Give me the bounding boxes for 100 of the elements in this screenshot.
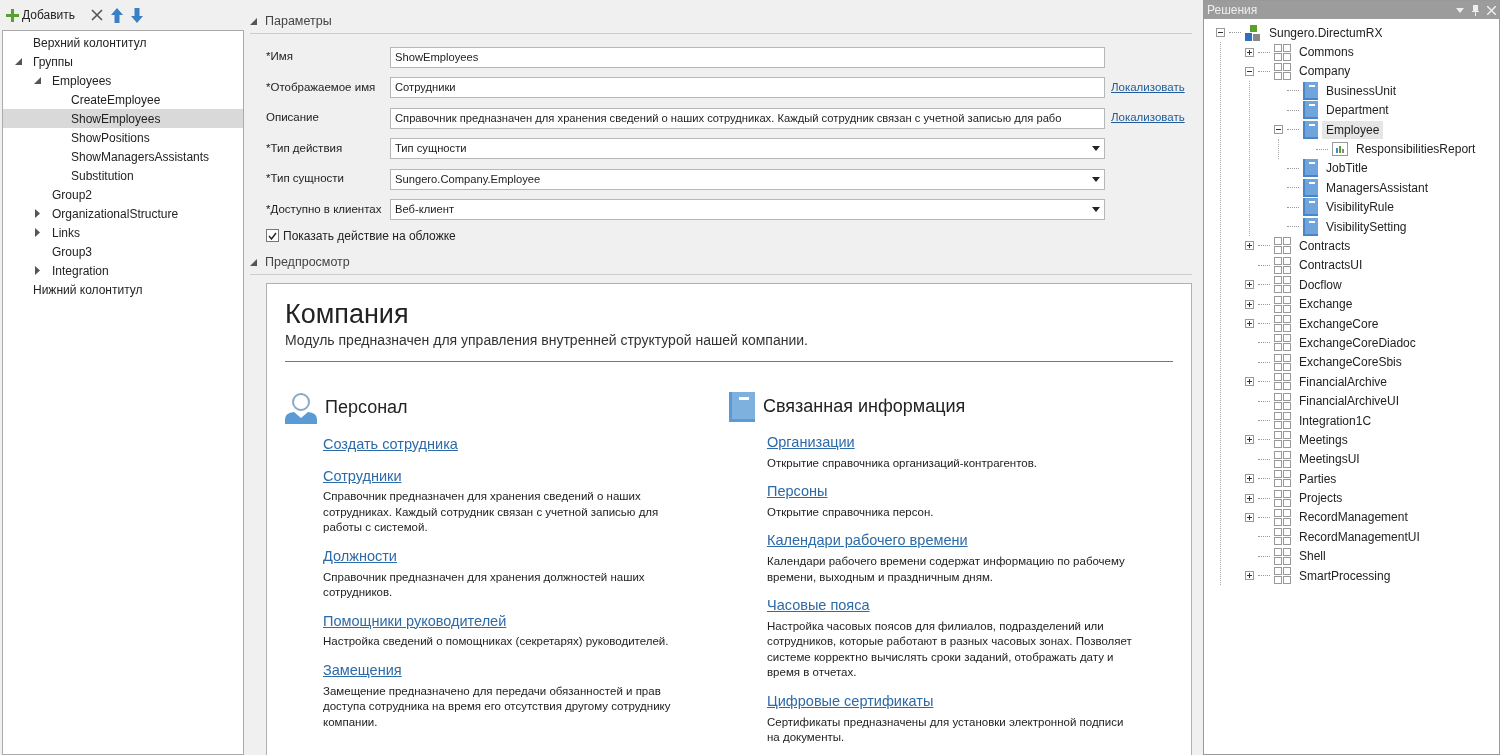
outline-item[interactable]: Employees [3, 71, 243, 90]
preview-link[interactable]: Сотрудники [323, 465, 402, 488]
tree-item[interactable]: Employee [1322, 120, 1384, 139]
tree-item[interactable]: ContractsUI [1295, 256, 1367, 275]
outline-item[interactable]: Links [3, 223, 243, 242]
dropdown-field[interactable]: Тип сущности [390, 138, 1105, 159]
outline-item[interactable]: Integration [3, 261, 243, 280]
tree-item[interactable]: Docflow [1295, 275, 1346, 294]
tree-item[interactable]: Projects [1295, 489, 1347, 508]
outline-item[interactable]: OrganizationalStructure [3, 204, 243, 223]
expanded-arrow-icon[interactable] [33, 77, 41, 84]
tree-item[interactable]: BusinessUnit [1322, 81, 1401, 100]
tree-item[interactable]: Company [1295, 62, 1355, 81]
expand-icon[interactable] [1245, 241, 1254, 251]
tree-item[interactable]: Integration1C [1295, 411, 1376, 430]
preview-link[interactable]: Организации [767, 431, 855, 454]
tree-item[interactable]: Contracts [1295, 237, 1355, 255]
expanded-arrow-icon[interactable] [250, 258, 257, 266]
outline-item[interactable]: Нижний колонтитул [3, 280, 243, 299]
input-field[interactable]: Сотрудники [390, 77, 1105, 98]
expanded-arrow-icon[interactable] [14, 58, 22, 65]
book-icon [729, 391, 755, 422]
input-field[interactable]: Справочник предназначен для хранения сведений о наших сотрудниках. Каждый сотрудник связан с учетной записью для рабо [390, 107, 1105, 129]
plus-icon [6, 8, 19, 22]
expand-icon[interactable] [1245, 280, 1254, 290]
outline-item[interactable]: Группы [3, 52, 243, 71]
localize-link[interactable]: Локализовать [1111, 109, 1185, 127]
move-down-button[interactable] [131, 7, 144, 23]
tree-item[interactable]: Department [1322, 101, 1393, 120]
grid-icon [1274, 237, 1291, 255]
preview-link[interactable]: Замещения [323, 659, 402, 682]
dropdown-field[interactable]: Веб-клиент [390, 199, 1105, 220]
tree-item[interactable]: ManagersAssistant [1322, 178, 1433, 197]
move-up-button[interactable] [111, 7, 124, 23]
tree-item[interactable]: SmartProcessing [1295, 566, 1395, 585]
outline-item[interactable]: Substitution [3, 166, 243, 185]
expanded-arrow-icon[interactable] [250, 17, 257, 25]
expand-icon[interactable] [1245, 512, 1254, 522]
tree-item[interactable]: RecordManagement [1295, 508, 1412, 527]
tree-item[interactable]: Meetings [1295, 430, 1352, 449]
expand-icon[interactable] [1245, 47, 1254, 57]
preview-link[interactable]: Создать сотрудника [323, 433, 458, 456]
delete-button[interactable] [91, 9, 104, 21]
collapse-icon[interactable] [1245, 66, 1254, 76]
preview-link[interactable]: Должности [323, 545, 397, 568]
outline-item[interactable]: Верхний колонтитул [3, 33, 243, 52]
localize-link[interactable]: Локализовать [1111, 78, 1185, 97]
expand-icon[interactable] [1245, 435, 1254, 445]
field-label: *Тип сущности [266, 171, 345, 187]
tree-item[interactable]: Commons [1295, 43, 1358, 62]
grid-icon [1274, 567, 1291, 585]
input-field[interactable]: ShowEmployees [390, 46, 1105, 68]
section-title[interactable]: Параметры [265, 12, 332, 31]
expand-icon[interactable] [1245, 571, 1254, 581]
tree-item[interactable]: FinancialArchive [1295, 372, 1392, 391]
expand-icon[interactable] [1245, 377, 1254, 387]
outline-item[interactable]: Group2 [3, 185, 243, 204]
dropdown-field[interactable]: Sungero.Company.Employee [390, 168, 1105, 190]
grid-icon [1274, 412, 1291, 429]
expand-icon[interactable] [1245, 493, 1254, 503]
tree-item[interactable]: ExchangeCore [1295, 314, 1383, 333]
tree-item[interactable]: VisibilityRule [1322, 198, 1398, 217]
expand-icon[interactable] [1245, 319, 1254, 329]
outline-item[interactable]: Group3 [3, 242, 243, 261]
collapse-icon[interactable] [1274, 125, 1283, 135]
expand-icon[interactable] [1245, 299, 1254, 309]
preview-link[interactable]: Часовые пояса [767, 595, 870, 617]
collapsed-arrow-icon[interactable] [34, 209, 40, 218]
outline-item[interactable]: CreateEmployee [3, 90, 243, 109]
tree-item[interactable]: Shell [1295, 547, 1330, 566]
preview-heading: Компания [285, 297, 410, 330]
outline-item[interactable]: ShowManagersAssistants [3, 147, 243, 166]
preview-link[interactable]: Персоны [767, 481, 828, 503]
link-description: Настройка часовых поясов для филиалов, подразделений или сотрудников, которые работают в разных часовых зонах. Позволяет системе корректно вычислять сроки заданий, отображать дату и время в отчетах. [767, 618, 1133, 681]
dropdown-arrow-icon [1092, 207, 1100, 212]
outline-item[interactable]: ShowPositions [3, 128, 243, 147]
tree-item[interactable]: ExchangeCoreDiadoc [1295, 333, 1420, 352]
tree-item[interactable]: Sungero.DirectumRX [1265, 23, 1387, 42]
add-button[interactable]: Добавить [6, 6, 76, 24]
preview-link[interactable]: Календари рабочего времени [767, 530, 968, 553]
tree-item[interactable]: Exchange [1295, 295, 1357, 314]
expand-icon[interactable] [1245, 474, 1254, 484]
tree-item[interactable]: ExchangeCoreSbis [1295, 353, 1406, 372]
tree-item[interactable]: JobTitle [1322, 159, 1372, 178]
outline-item[interactable]: ShowEmployees [3, 109, 243, 128]
tree-item[interactable]: RecordManagementUI [1295, 527, 1424, 546]
preview-link[interactable]: Помощники руководителей [323, 610, 507, 633]
checkbox[interactable] [266, 229, 279, 243]
tree-item[interactable]: FinancialArchiveUI [1295, 392, 1404, 411]
grid-icon [1274, 43, 1291, 61]
tree-item[interactable]: Parties [1295, 469, 1341, 488]
collapse-icon[interactable] [1216, 28, 1225, 38]
grid-icon [1274, 450, 1291, 468]
section-title[interactable]: Предпросмотр [265, 252, 350, 272]
preview-link[interactable]: Цифровые сертификаты [767, 690, 934, 713]
tree-item[interactable]: ResponsibilitiesReport [1352, 140, 1480, 159]
tree-item[interactable]: VisibilitySetting [1322, 217, 1411, 236]
tree-item[interactable]: MeetingsUI [1295, 450, 1364, 469]
collapsed-arrow-icon[interactable] [34, 266, 40, 275]
collapsed-arrow-icon[interactable] [34, 228, 40, 237]
